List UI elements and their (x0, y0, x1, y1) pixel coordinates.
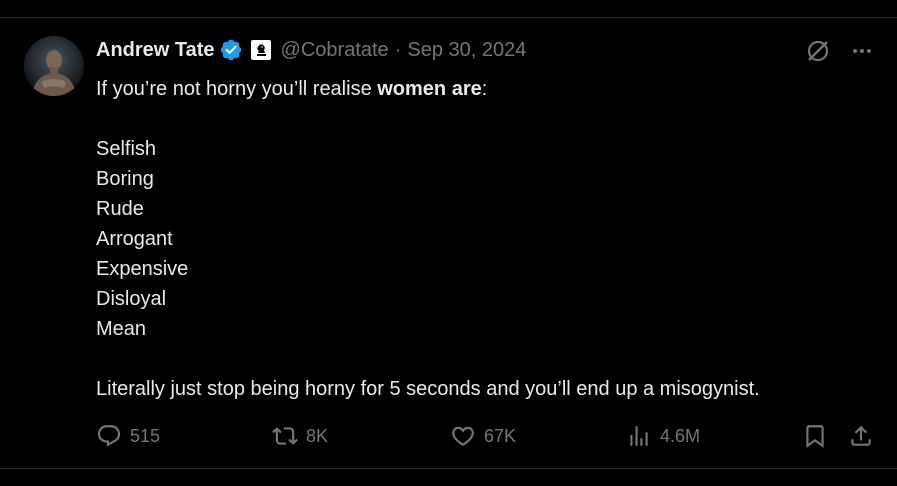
tweet-top-actions (805, 38, 873, 64)
top-divider (0, 17, 897, 18)
tweet-list: Selfish Boring Rude Arrogant Expensive D… (96, 134, 876, 344)
intro-bold-text: women are (377, 78, 482, 100)
bookmark-icon (806, 425, 824, 448)
views-count: 4.6M (660, 425, 701, 446)
author-handle[interactable]: @Cobratate (281, 39, 389, 62)
tweet-text: If you’re not horny you’ll realise women… (96, 74, 876, 404)
reply-button[interactable]: 515 (96, 418, 160, 454)
repost-icon (272, 427, 298, 445)
bookmark-button[interactable] (802, 418, 828, 454)
grok-icon[interactable] (805, 38, 831, 64)
tweet-header: Andrew Tate @Cobratate · Sep 30, 2024 (96, 36, 526, 64)
separator-dot: · (394, 38, 402, 61)
list-item: Rude (96, 198, 144, 220)
intro-colon: : (481, 78, 488, 100)
tweet-date[interactable]: Sep 30, 2024 (407, 39, 526, 62)
views-button[interactable]: 4.6M (626, 418, 700, 454)
share-button[interactable] (848, 418, 874, 454)
like-count: 67K (484, 425, 517, 446)
list-item: Mean (96, 318, 147, 340)
list-item: Arrogant (96, 228, 173, 250)
heart-icon (452, 426, 474, 446)
list-item: Expensive (96, 258, 189, 280)
list-item: Selfish (96, 138, 157, 160)
more-icon[interactable] (851, 40, 873, 62)
reply-icon (97, 425, 121, 447)
repost-button[interactable]: 8K (272, 418, 328, 454)
author-name[interactable]: Andrew Tate (96, 39, 215, 62)
views-icon (630, 426, 648, 446)
share-icon (851, 425, 871, 446)
like-button[interactable]: 67K (450, 418, 516, 454)
bottom-divider (0, 468, 897, 469)
intro-text: If you’re not horny you’ll realise (96, 78, 378, 100)
verified-badge-icon[interactable] (219, 38, 243, 62)
repost-count: 8K (306, 425, 329, 446)
tweet-closing-line: Literally just stop being horny for 5 se… (96, 378, 760, 400)
tweet-intro-line: If you’re not horny you’ll realise women… (96, 74, 876, 104)
list-item: Boring (96, 168, 154, 190)
avatar[interactable] (24, 36, 84, 96)
list-item: Disloyal (96, 288, 167, 310)
avatar-image (24, 36, 84, 96)
reply-count: 515 (130, 425, 161, 446)
chess-knight-icon[interactable] (250, 40, 271, 60)
tweet-actions-bar: 515 8K 67K 4.6M (96, 418, 876, 454)
